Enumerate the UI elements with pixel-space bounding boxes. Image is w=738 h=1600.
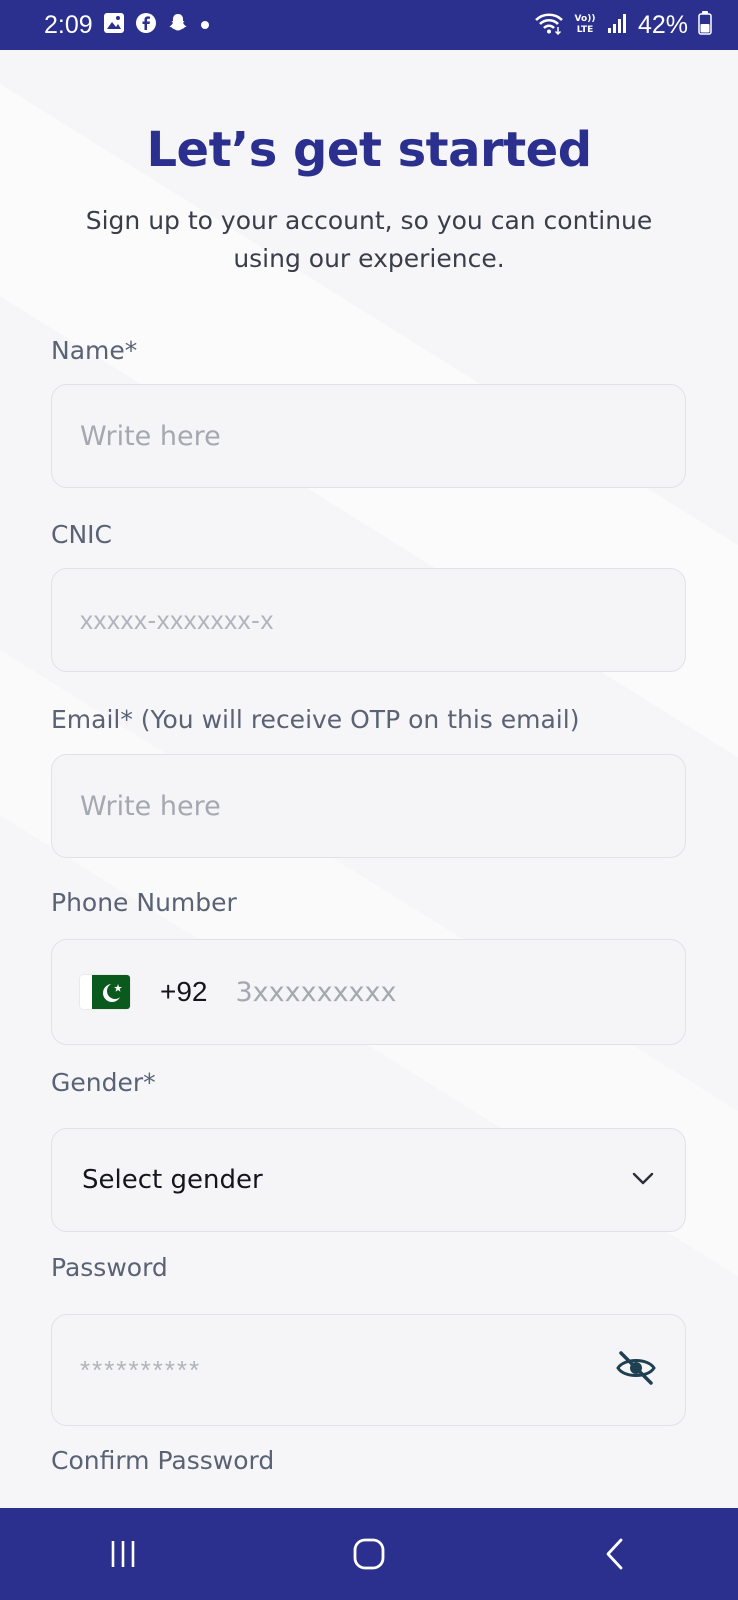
facebook-icon [135, 12, 157, 38]
back-button[interactable] [585, 1524, 645, 1584]
status-time: 2:09 [44, 10, 93, 39]
name-label: Name* [51, 336, 138, 365]
volte-icon: Vo)) LTE [574, 10, 596, 40]
page-title: Let’s get started [146, 122, 592, 178]
home-icon [353, 1538, 385, 1570]
password-placeholder: ********** [80, 1354, 202, 1385]
recent-apps-icon [111, 1541, 135, 1567]
dot-icon [199, 16, 211, 35]
gender-selected-value: Select gender [82, 1165, 263, 1195]
password-input[interactable]: ********** [51, 1314, 686, 1426]
home-button[interactable] [339, 1524, 399, 1584]
chevron-down-icon [629, 1164, 657, 1196]
email-placeholder: Write here [80, 790, 221, 822]
name-placeholder: Write here [80, 420, 221, 452]
back-icon [606, 1538, 623, 1570]
status-bar: 2:09 Vo)) LTE 42% [0, 0, 738, 50]
status-right: Vo)) LTE 42% [534, 10, 712, 40]
svg-text:LTE: LTE [577, 25, 594, 35]
name-input[interactable]: Write here [51, 384, 686, 488]
eye-off-icon[interactable] [615, 1350, 657, 1390]
wifi-icon [534, 11, 564, 39]
battery-percentage: 42% [637, 10, 688, 39]
phone-input[interactable]: +92 3xxxxxxxxx [51, 939, 686, 1045]
snapchat-icon [167, 12, 189, 38]
confirm-password-label: Confirm Password [51, 1446, 275, 1475]
country-code[interactable]: +92 [160, 976, 208, 1008]
navigation-bar [0, 1508, 738, 1600]
phone-label: Phone Number [51, 888, 237, 917]
gender-label: Gender* [51, 1068, 156, 1097]
email-input[interactable]: Write here [51, 754, 686, 858]
page-subtitle: Sign up to your account, so you can cont… [85, 206, 653, 273]
gallery-icon [103, 12, 125, 38]
recent-apps-button[interactable] [93, 1524, 153, 1584]
signal-icon [606, 12, 628, 38]
cnic-label: CNIC [51, 520, 112, 549]
pakistan-flag-icon[interactable] [80, 975, 130, 1009]
svg-text:Vo)): Vo)) [575, 14, 596, 24]
cnic-placeholder: xxxxx-xxxxxxx-x [80, 604, 274, 635]
password-label: Password [51, 1253, 168, 1282]
phone-placeholder: 3xxxxxxxxx [235, 976, 397, 1008]
signup-screen: Let’s get started Sign up to your accoun… [0, 50, 738, 1508]
email-label: Email* (You will receive OTP on this ema… [51, 705, 580, 734]
cnic-input[interactable]: xxxxx-xxxxxxx-x [51, 568, 686, 672]
gender-select[interactable]: Select gender [51, 1128, 686, 1232]
status-left: 2:09 [44, 11, 211, 40]
battery-icon [698, 11, 712, 39]
